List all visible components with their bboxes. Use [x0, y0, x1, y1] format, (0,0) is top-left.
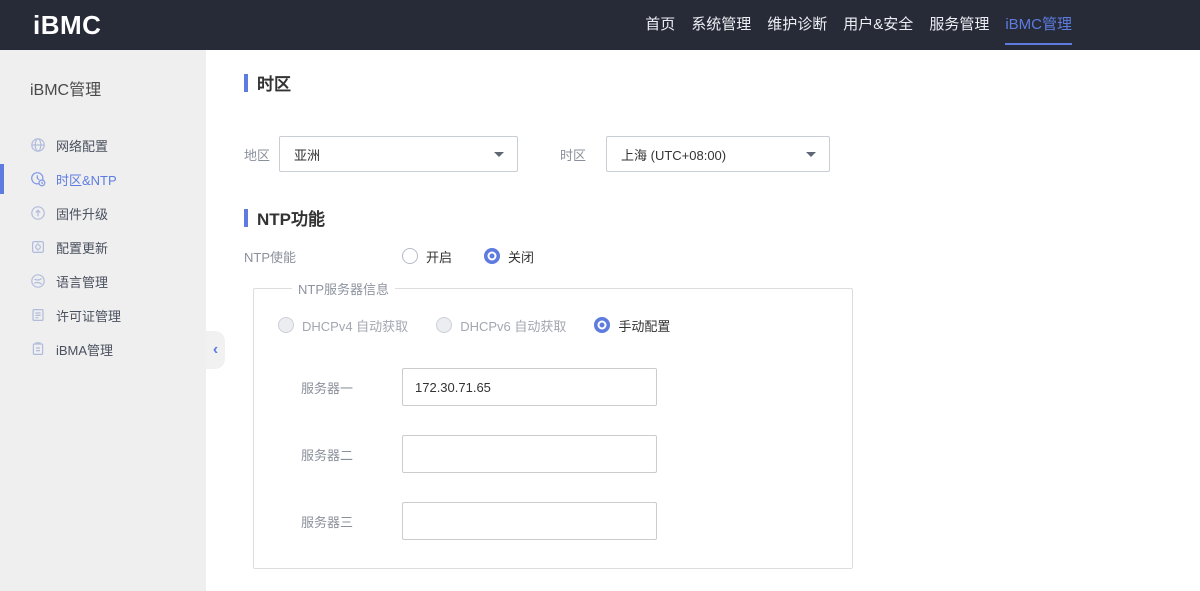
license-icon — [30, 307, 46, 323]
sidebar-item-label: 时区&NTP — [56, 172, 117, 188]
sidebar-item-label: 配置更新 — [56, 240, 109, 256]
radio-label: 关闭 — [508, 249, 535, 265]
dhcpv6-auto-radio: DHCPv6 自动获取 — [436, 316, 566, 335]
radio-label: 手动配置 — [618, 318, 671, 334]
sidebar-menu: 网络配置 时区&NTP 固件升级 配置更新 语言管理 许可证管理 iBMA管理 — [0, 128, 206, 366]
chevron-down-icon — [494, 152, 504, 157]
ntp-server-group: NTP服务器信息 DHCPv4 自动获取 DHCPv6 自动获取 手动配置 服务… — [253, 279, 853, 569]
manual-config-radio[interactable]: 手动配置 — [594, 316, 670, 335]
region-label: 地区 — [244, 147, 271, 163]
server3-label: 服务器三 — [301, 514, 354, 530]
sidebar-item-license-management[interactable]: 许可证管理 — [0, 298, 206, 332]
radio-label: DHCPv6 自动获取 — [460, 318, 567, 334]
timezone-label: 时区 — [560, 147, 587, 163]
sidebar-item-label: 语言管理 — [56, 274, 109, 290]
radio-label: DHCPv4 自动获取 — [302, 318, 409, 334]
timezone-select[interactable]: 上海 (UTC+08:00) — [606, 136, 830, 172]
top-navbar: iBMC 首页 系统管理 维护诊断 用户&安全 服务管理 iBMC管理 — [0, 0, 1200, 50]
dhcpv4-auto-radio: DHCPv4 自动获取 — [278, 316, 408, 335]
radio-disabled-icon — [436, 317, 453, 333]
ntp-mode-row: DHCPv4 自动获取 DHCPv6 自动获取 手动配置 — [278, 310, 852, 340]
sidebar-item-timezone-ntp[interactable]: 时区&NTP — [0, 162, 206, 196]
sidebar-item-network-config[interactable]: 网络配置 — [0, 128, 206, 162]
region-select-value: 亚洲 — [294, 147, 321, 163]
main-layout: iBMC管理 网络配置 时区&NTP 固件升级 配置更新 语言管理 许可证管理 … — [0, 50, 1200, 591]
radio-unchecked-icon — [402, 248, 418, 264]
radio-disabled-icon — [278, 317, 294, 333]
sidebar-collapse-button[interactable]: ‹ — [206, 331, 225, 369]
nav-ibmc-management[interactable]: iBMC管理 — [1005, 0, 1072, 50]
main-nav: 首页 系统管理 维护诊断 用户&安全 服务管理 iBMC管理 — [645, 0, 1072, 50]
sidebar-item-config-update[interactable]: 配置更新 — [0, 230, 206, 264]
sidebar-item-label: 许可证管理 — [56, 308, 122, 324]
section-accent-bar — [244, 208, 248, 227]
sidebar-item-label: iBMA管理 — [56, 342, 114, 358]
radio-label: 开启 — [426, 249, 453, 265]
config-update-icon — [30, 239, 46, 255]
ntp-server-group-legend: NTP服务器信息 — [298, 282, 390, 297]
timezone-select-value: 上海 (UTC+08:00) — [621, 147, 727, 163]
chevron-down-icon — [806, 152, 816, 157]
sidebar-title: iBMC管理 — [30, 82, 102, 99]
ibmc-app: iBMC 首页 系统管理 维护诊断 用户&安全 服务管理 iBMC管理 iBMC… — [0, 0, 1200, 591]
ntp-enable-off-radio[interactable]: 关闭 — [484, 247, 534, 266]
clock-icon — [30, 171, 46, 187]
timezone-form-row: 地区 亚洲 时区 上海 (UTC+08:00) — [244, 136, 1200, 172]
ntp-server-row-1: 服务器一 — [278, 368, 852, 406]
radio-checked-icon — [484, 248, 501, 264]
server2-input[interactable] — [402, 435, 657, 473]
section-title-text: 时区 — [257, 75, 291, 94]
region-select[interactable]: 亚洲 — [279, 136, 518, 172]
nav-maintenance-diagnosis[interactable]: 维护诊断 — [767, 0, 827, 50]
ntp-enable-row: NTP使能 开启 关闭 — [244, 241, 1200, 271]
sidebar-item-ibma-management[interactable]: iBMA管理 — [0, 332, 206, 366]
server3-input[interactable] — [402, 502, 657, 540]
content-area: 时区 地区 亚洲 时区 上海 (UTC+08:00) NTP功能 NTP使能 开… — [206, 50, 1200, 591]
radio-checked-icon — [594, 317, 611, 333]
globe-icon — [30, 137, 46, 153]
section-title-text: NTP功能 — [257, 210, 325, 229]
server1-input[interactable] — [402, 368, 657, 406]
sidebar-item-firmware-upgrade[interactable]: 固件升级 — [0, 196, 206, 230]
ntp-server-row-3: 服务器三 — [278, 502, 852, 540]
server1-label: 服务器一 — [301, 380, 354, 396]
upgrade-icon — [30, 205, 46, 221]
ntp-enable-on-radio[interactable]: 开启 — [402, 247, 452, 266]
ntp-server-row-2: 服务器二 — [278, 435, 852, 473]
chevron-left-icon: ‹ — [212, 341, 219, 358]
ntp-enable-label: NTP使能 — [244, 249, 297, 265]
section-accent-bar — [244, 73, 248, 92]
ibmc-logo: iBMC — [33, 9, 102, 40]
sidebar-item-label: 网络配置 — [56, 138, 109, 154]
nav-user-security[interactable]: 用户&安全 — [843, 0, 913, 50]
ntp-section-title: NTP功能 — [244, 205, 1200, 230]
language-icon — [30, 273, 46, 289]
clipboard-icon — [30, 341, 46, 357]
sidebar-item-language-management[interactable]: 语言管理 — [0, 264, 206, 298]
nav-service-management[interactable]: 服务管理 — [929, 0, 989, 50]
timezone-section-title: 时区 — [244, 70, 1200, 95]
sidebar: iBMC管理 网络配置 时区&NTP 固件升级 配置更新 语言管理 许可证管理 … — [0, 50, 206, 591]
server2-label: 服务器二 — [301, 447, 354, 463]
nav-home[interactable]: 首页 — [645, 0, 675, 50]
nav-system-management[interactable]: 系统管理 — [691, 0, 751, 50]
sidebar-item-label: 固件升级 — [56, 206, 109, 222]
